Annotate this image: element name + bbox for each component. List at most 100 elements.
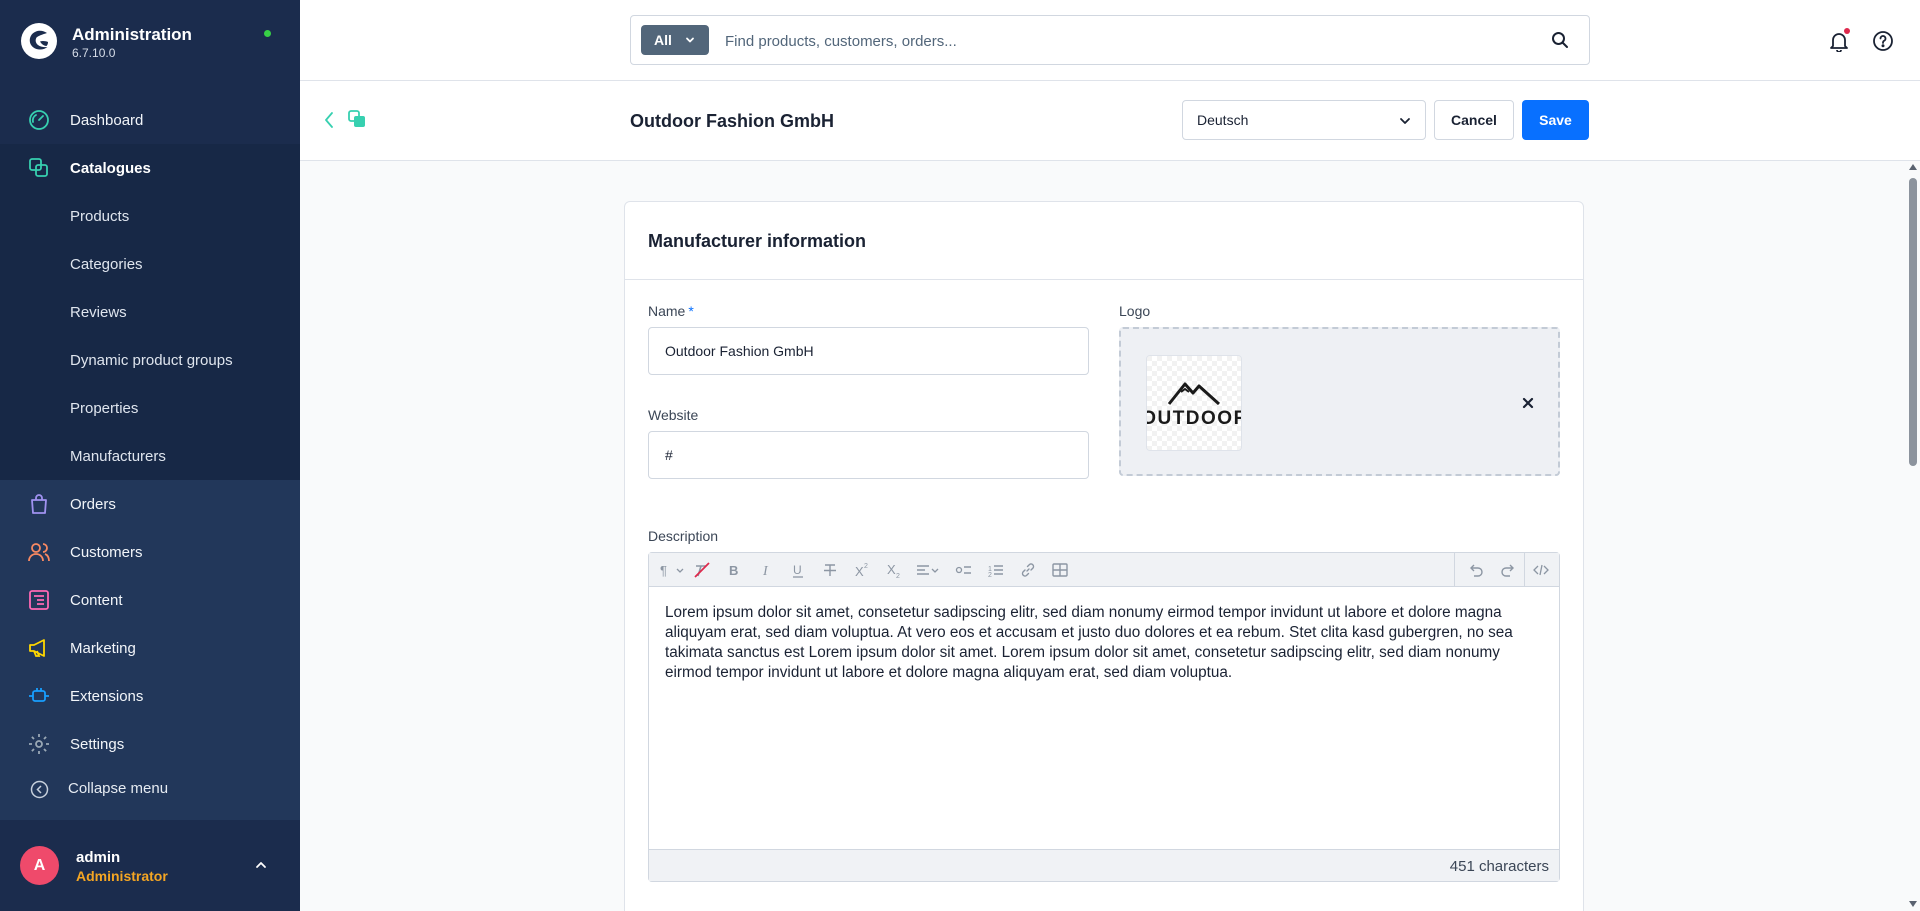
svg-text:X: X [855, 564, 864, 579]
sidebar-item-customers[interactable]: Customers [0, 528, 300, 576]
global-search: All [630, 15, 1590, 65]
sidebar-item-label: Customers [70, 543, 143, 561]
svg-text:2: 2 [864, 563, 868, 570]
superscript-icon[interactable]: X 2 [853, 561, 871, 579]
svg-text:U: U [793, 563, 802, 577]
page-title: Outdoor Fashion GmbH [630, 111, 834, 131]
website-field-label: Website [648, 407, 699, 423]
text-align-icon[interactable] [915, 561, 943, 579]
close-icon[interactable] [1521, 396, 1535, 410]
remove-format-icon[interactable] [693, 561, 711, 579]
svg-text:¶: ¶ [660, 563, 667, 578]
search-type-select[interactable]: All [641, 25, 709, 55]
editor-footer: 451 characters [649, 849, 1559, 881]
brand-header: Administration 6.7.10.0 [0, 0, 300, 96]
chevron-down-icon [686, 37, 694, 43]
svg-text:X: X [887, 562, 896, 577]
ordered-list-icon[interactable]: 1 2 [987, 561, 1005, 579]
sidebar-subitem-label: Properties [70, 399, 139, 417]
chevron-up-icon[interactable] [254, 858, 268, 872]
sidebar-item-label: Content [70, 591, 123, 609]
chevron-down-icon [1400, 118, 1410, 124]
link-icon[interactable] [1019, 561, 1037, 579]
search-input[interactable] [725, 30, 1545, 52]
table-icon[interactable] [1051, 561, 1069, 579]
user-name: admin [76, 849, 121, 866]
sidebar-subitem-dynamic-product-groups[interactable]: Dynamic product groups [0, 336, 300, 384]
language-select-value: Deutsch [1197, 112, 1249, 128]
cancel-button[interactable]: Cancel [1434, 100, 1514, 140]
search-type-label: All [654, 32, 672, 48]
svg-text:I: I [762, 564, 769, 579]
sidebar-subitem-reviews[interactable]: Reviews [0, 288, 300, 336]
code-view-icon[interactable] [1532, 561, 1550, 579]
language-select[interactable]: Deutsch [1182, 100, 1426, 140]
catalogues-icon [29, 158, 48, 177]
sidebar-item-settings[interactable]: Settings [0, 720, 300, 768]
bold-icon[interactable]: B [725, 561, 743, 579]
scroll-down-arrow-icon[interactable] [1909, 901, 1917, 907]
sidebar-item-label: Marketing [70, 639, 136, 657]
svg-text:2: 2 [988, 572, 992, 579]
app-title: Administration [72, 25, 192, 44]
sidebar-item-catalogues[interactable]: Catalogues [0, 144, 300, 192]
undo-icon[interactable] [1467, 561, 1485, 579]
save-button[interactable]: Save [1522, 100, 1589, 140]
sidebar-subitem-categories[interactable]: Categories [0, 240, 300, 288]
editor-toolbar: ¶ B I U X 2 X 2 1 2 [649, 553, 1559, 587]
italic-icon[interactable]: I [757, 561, 775, 579]
name-label-text: Name [648, 303, 686, 319]
description-field-label: Description [648, 528, 719, 544]
sidebar-item-content[interactable]: Content [0, 576, 300, 624]
logo-text: OUTDOOR [1147, 408, 1242, 429]
back-arrow-icon[interactable] [322, 110, 336, 130]
help-icon[interactable] [1872, 30, 1894, 52]
sidebar-subitem-products[interactable]: Products [0, 192, 300, 240]
scroll-thumb[interactable] [1909, 178, 1917, 466]
card-title: Manufacturer information [648, 231, 867, 251]
collapse-chevron-icon [30, 780, 49, 799]
dashboard-icon [29, 110, 49, 130]
search-icon[interactable] [1551, 31, 1569, 49]
sidebar: Administration 6.7.10.0 Dashboard Catalo… [0, 0, 300, 911]
name-field-label: Name * [648, 303, 694, 319]
sidebar-subitem-properties[interactable]: Properties [0, 384, 300, 432]
redo-icon[interactable] [1499, 561, 1517, 579]
sidebar-item-dashboard[interactable]: Dashboard [0, 96, 300, 144]
page-scrollbar[interactable] [1906, 161, 1920, 911]
logo-upload-zone[interactable]: OUTDOOR [1119, 327, 1560, 476]
card-header: Manufacturer information [625, 202, 1583, 280]
sidebar-item-label: Catalogues [70, 159, 151, 177]
subscript-icon[interactable]: X 2 [885, 561, 903, 579]
collapse-menu-button[interactable]: Collapse menu [0, 765, 300, 813]
sidebar-item-label: Orders [70, 495, 116, 513]
sidebar-item-marketing[interactable]: Marketing [0, 624, 300, 672]
description-text[interactable]: Lorem ipsum dolor sit amet, consetetur s… [665, 603, 1545, 683]
user-role: Administrator [76, 868, 168, 884]
shopware-logo-icon[interactable] [20, 22, 58, 60]
svg-text:2: 2 [896, 573, 900, 579]
underline-icon[interactable]: U [789, 561, 807, 579]
sidebar-subitem-label: Dynamic product groups [70, 351, 233, 369]
character-count: 451 characters [1449, 858, 1549, 875]
website-field[interactable] [648, 431, 1089, 479]
strikethrough-icon[interactable] [821, 561, 839, 579]
sidebar-item-orders[interactable]: Orders [0, 480, 300, 528]
customers-icon [28, 543, 50, 562]
content-icon [29, 590, 49, 610]
scroll-up-arrow-icon[interactable] [1909, 164, 1917, 170]
orders-icon [31, 494, 47, 514]
mountain-logo-icon: OUTDOOR [1147, 356, 1242, 450]
sidebar-subitem-label: Manufacturers [70, 447, 166, 465]
sidebar-item-label: Settings [70, 735, 125, 753]
user-menu[interactable]: A admin Administrator [0, 820, 300, 911]
paragraph-format-icon[interactable]: ¶ [659, 561, 687, 579]
sidebar-subitem-label: Categories [70, 255, 143, 273]
marketing-icon [29, 639, 45, 657]
settings-icon [29, 734, 49, 754]
sidebar-item-extensions[interactable]: Extensions [0, 672, 300, 720]
unordered-list-icon[interactable] [955, 561, 973, 579]
avatar: A [20, 846, 59, 885]
name-field[interactable] [648, 327, 1089, 375]
sidebar-subitem-manufacturers[interactable]: Manufacturers [0, 432, 300, 480]
